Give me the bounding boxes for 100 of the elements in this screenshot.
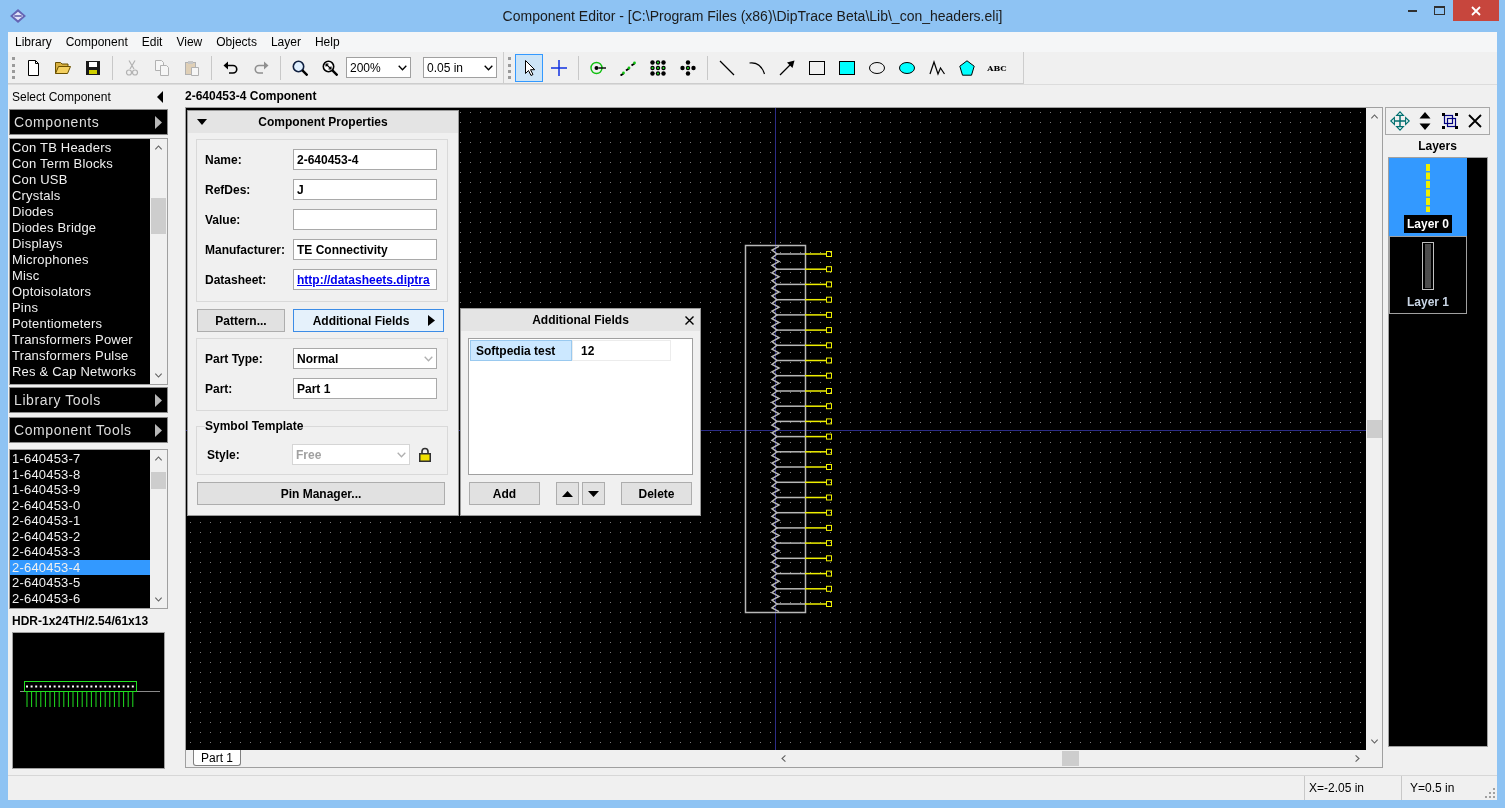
text-field[interactable]: J [293, 179, 437, 200]
caret-up-icon[interactable] [154, 145, 163, 150]
filled-rectangle-icon [839, 59, 855, 76]
menu-item[interactable]: Objects [209, 32, 264, 52]
scrollbar-thumb[interactable] [151, 472, 166, 489]
menu-item[interactable]: View [169, 32, 210, 52]
field-label: Name: [205, 151, 243, 169]
text-field[interactable]: http://datasheets.diptra [293, 269, 437, 290]
menu-item[interactable]: Edit [134, 32, 170, 52]
caret-up-icon[interactable] [154, 456, 163, 461]
chevron-down-icon [424, 355, 433, 362]
scissors-icon [124, 59, 140, 76]
button[interactable]: Add [469, 482, 540, 505]
field-label: Part: [205, 380, 234, 398]
panel-title: Additional Fields [531, 312, 630, 329]
button[interactable]: Pattern... [197, 309, 285, 332]
status-text: X=-2.05 in [1304, 776, 1401, 800]
text-field[interactable]: Part 1 [293, 378, 437, 399]
field-label: Part Type: [205, 350, 264, 368]
menu-item[interactable]: Component [58, 32, 135, 52]
dashed-line-icon [1425, 164, 1431, 212]
arrow-icon [779, 59, 795, 76]
caret-down-icon[interactable] [154, 373, 163, 378]
field-label: Manufacturer: [205, 241, 286, 259]
move-up-button[interactable] [556, 482, 579, 505]
scrollbar[interactable] [150, 139, 167, 384]
dropdown[interactable]: 0.05 in [423, 57, 497, 78]
grip-icon[interactable] [508, 56, 511, 79]
select-tool-button[interactable] [515, 53, 543, 82]
redo-arrow-icon [253, 59, 269, 76]
menu-item[interactable]: Help [307, 32, 347, 52]
selection-frame-icon [1442, 113, 1459, 129]
folder-icon [55, 59, 71, 76]
zigzag-line-icon [929, 59, 945, 76]
section-header[interactable]: Component Tools [9, 417, 168, 443]
menu-item[interactable]: Library [8, 32, 59, 52]
field-label: Datasheet: [205, 271, 268, 289]
menu-item[interactable]: Layer [263, 32, 308, 52]
scrollbar[interactable] [150, 450, 167, 608]
tab[interactable]: Part 1 [193, 750, 241, 766]
drawing-canvas[interactable] [186, 108, 1366, 750]
down-triangle-icon[interactable] [197, 119, 207, 125]
blank-page-icon [25, 59, 41, 76]
pentagon-icon [959, 59, 975, 76]
chevron-down-icon [484, 64, 493, 71]
right-triangle-icon [155, 393, 162, 407]
section-header[interactable]: Library Tools [9, 387, 168, 413]
resize-grip-icon[interactable] [1485, 788, 1495, 798]
filled-ellipse-icon [899, 59, 915, 76]
scrollbar-thumb[interactable] [1366, 420, 1382, 438]
panel-title: Layers [1417, 138, 1458, 155]
button[interactable]: Pin Manager... [197, 482, 445, 505]
two-pages-icon [154, 59, 170, 76]
four-way-arrow-icon [1389, 111, 1410, 131]
button[interactable]: Delete [621, 482, 692, 505]
up-down-arrows-icon [1418, 111, 1431, 131]
section-header[interactable]: Components [9, 109, 168, 135]
caret-right-icon[interactable] [1355, 754, 1360, 763]
scrollbar-thumb[interactable] [151, 198, 166, 234]
ellipse-icon [869, 59, 885, 76]
field-label: RefDes: [205, 181, 252, 199]
pattern-name: HDR-1x24TH/2.54/61x13 [11, 613, 150, 629]
grip-icon[interactable] [12, 56, 15, 79]
dropdown[interactable]: 200% [346, 57, 411, 78]
clipboard-icon [184, 59, 200, 76]
caret-up-icon[interactable] [1369, 114, 1379, 119]
text-field[interactable]: 2-640453-4 [293, 149, 437, 170]
text-tool-button[interactable]: ABC [983, 53, 1011, 82]
chevron-down-icon [397, 451, 406, 458]
move-down-button[interactable] [582, 482, 605, 505]
app-logo-icon [10, 9, 26, 23]
layer-item[interactable]: Layer 0 [1389, 158, 1467, 236]
magnifier-icon [292, 59, 308, 76]
close-icon [1471, 5, 1481, 16]
layer-item[interactable]: Layer 1 [1389, 236, 1467, 314]
table-cell[interactable]: 12 [572, 340, 671, 361]
right-triangle-icon [428, 315, 435, 326]
chevron-down-icon [398, 64, 407, 71]
button[interactable]: Additional Fields [293, 309, 444, 332]
plus-icon [551, 59, 567, 76]
connector-symbol-drawing[interactable] [744, 244, 832, 614]
scrollbar-thumb[interactable] [1062, 751, 1079, 766]
text-field[interactable]: TE Connectivity [293, 239, 437, 260]
pin-icon [590, 59, 606, 76]
magnifier-arrows-icon [322, 59, 338, 76]
diagonal-pins-icon [620, 59, 636, 76]
caret-down-icon[interactable] [154, 597, 163, 602]
caret-down-icon[interactable] [1369, 739, 1379, 744]
right-triangle-icon [155, 115, 162, 129]
arc-icon [749, 59, 765, 76]
text-field[interactable] [293, 209, 437, 230]
dropdown[interactable]: Normal [293, 348, 437, 369]
document-title: 2-640453-4 Component [184, 88, 318, 105]
caret-left-icon[interactable] [781, 754, 786, 763]
left-triangle-icon[interactable] [157, 91, 163, 103]
maximize-icon [1434, 6, 1445, 15]
link[interactable]: http://datasheets.diptra [297, 270, 430, 289]
table-cell[interactable]: Softpedia test [470, 340, 572, 361]
down-triangle-icon [588, 490, 599, 497]
minimize-icon [1408, 9, 1417, 12]
